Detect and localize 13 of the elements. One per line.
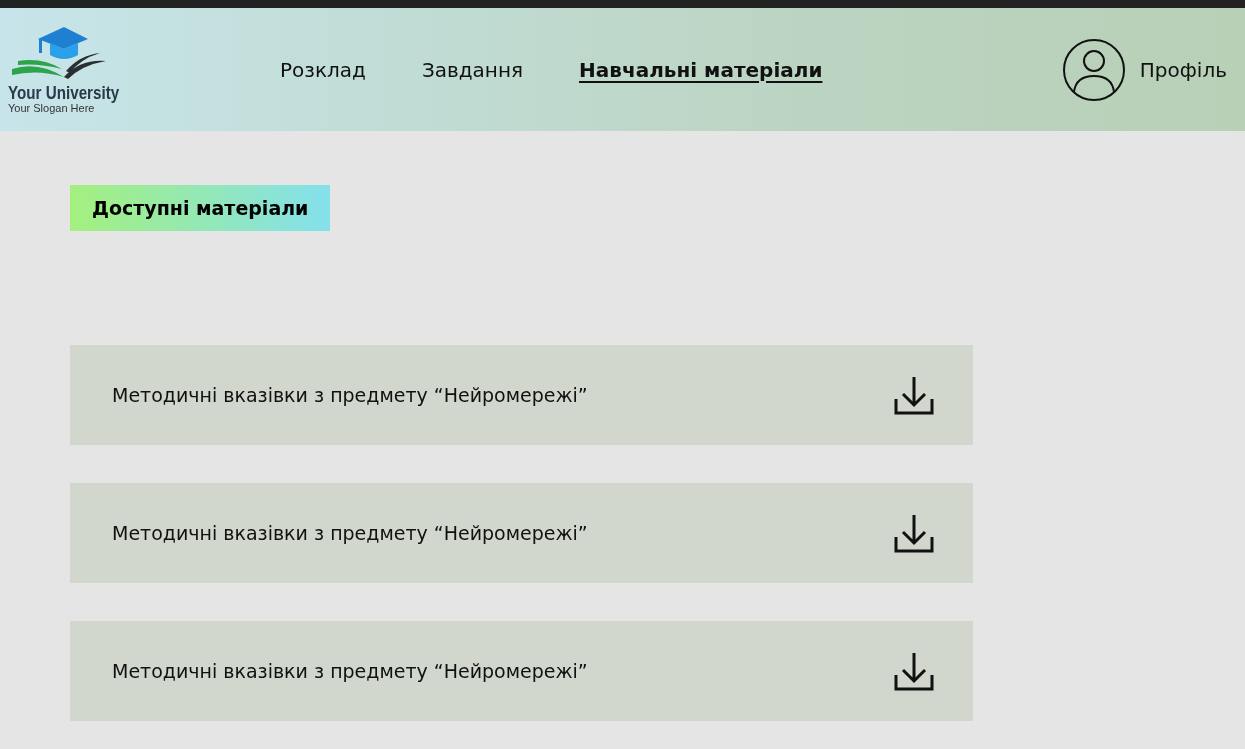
material-title: Методичні вказівки з предмету “Нейромережі” — [112, 522, 588, 544]
user-avatar-icon[interactable] — [1061, 37, 1126, 102]
profile-link[interactable]: Профіль — [1139, 57, 1227, 82]
logo-slogan: Your Slogan Here — [8, 102, 95, 114]
download-icon[interactable] — [893, 651, 935, 691]
download-icon[interactable] — [893, 375, 935, 415]
material-title: Методичні вказівки з предмету “Нейромережі” — [112, 660, 588, 682]
nav-link[interactable]: Розклад — [280, 57, 366, 82]
nav-link[interactable]: Навчальні матеріали — [579, 57, 823, 82]
material-title: Методичні вказівки з предмету “Нейромережі” — [112, 384, 588, 406]
section-title: Доступні матеріали — [70, 185, 331, 231]
download-icon[interactable] — [893, 513, 935, 553]
nav-link[interactable]: Завдання — [421, 57, 524, 82]
